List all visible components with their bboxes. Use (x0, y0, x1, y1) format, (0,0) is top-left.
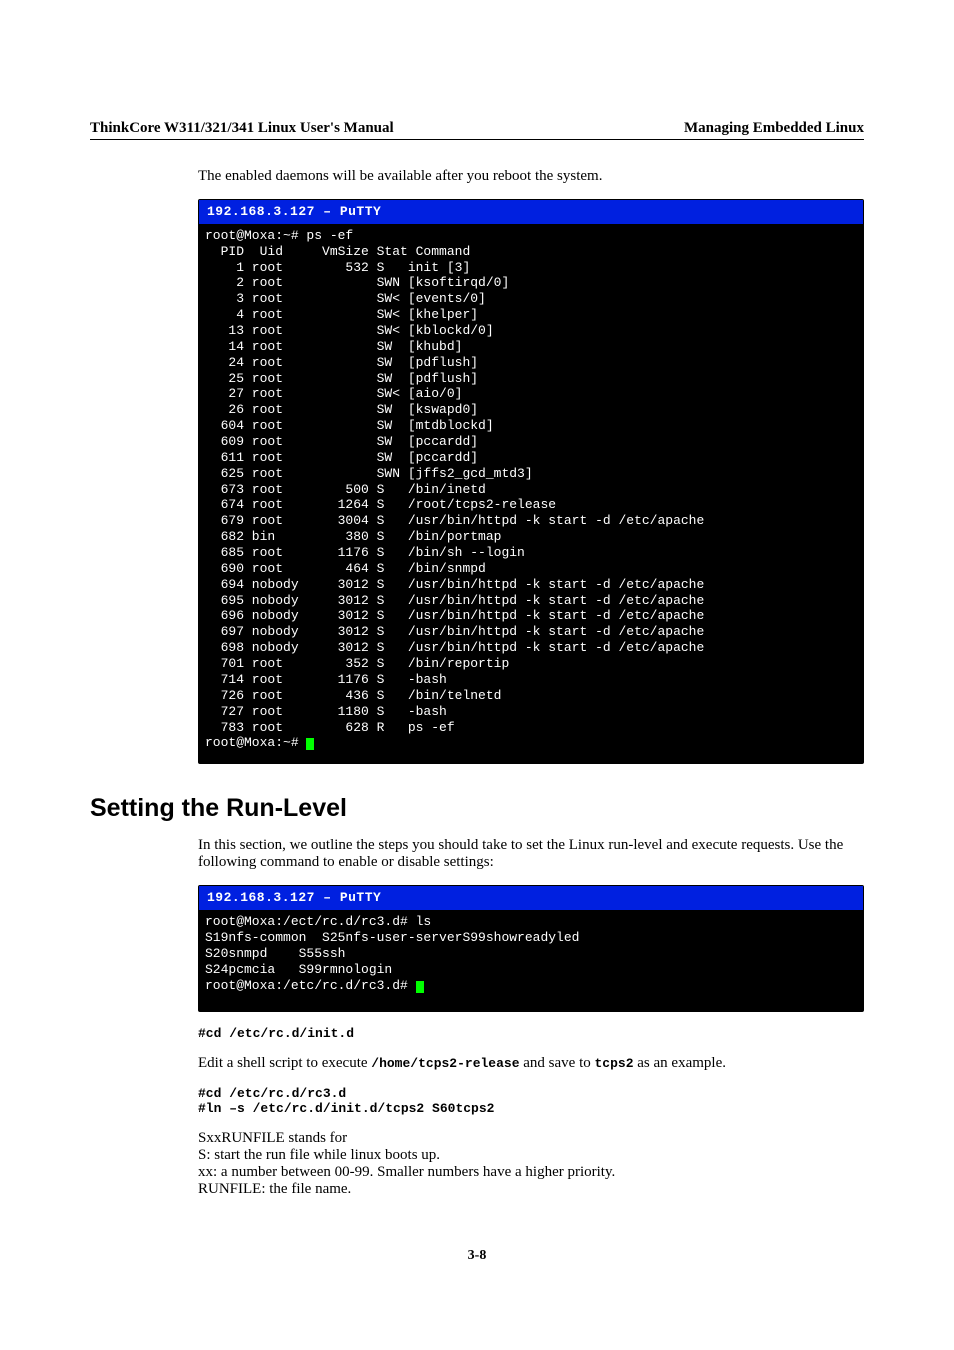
terminal-window-1: 192.168.3.127 – PuTTY root@Moxa:~# ps -e… (198, 199, 864, 764)
terminal-window-2: 192.168.3.127 – PuTTY root@Moxa:/ect/rc.… (198, 885, 864, 1012)
terminal-title-2: 192.168.3.127 – PuTTY (199, 886, 863, 910)
terminal-title-1: 192.168.3.127 – PuTTY (199, 200, 863, 224)
cmd-cd-initd: #cd /etc/rc.d/init.d (198, 1026, 864, 1041)
cmd-cd-rc3d: #cd /etc/rc.d/rc3.d (198, 1086, 864, 1101)
header-right: Managing Embedded Linux (684, 120, 864, 137)
edit-post: as an example. (634, 1055, 726, 1071)
runfile-explain-3: xx: a number between 00-99. Smaller numb… (198, 1164, 864, 1181)
runfile-explain-2: S: start the run file while linux boots … (198, 1147, 864, 1164)
edit-shell-line: Edit a shell script to execute /home/tcp… (198, 1055, 864, 1072)
edit-code1: /home/tcps2-release (371, 1056, 519, 1071)
section-intro: In this section, we outline the steps yo… (198, 837, 864, 871)
terminal-body-2: root@Moxa:/ect/rc.d/rc3.d# ls S19nfs-com… (199, 910, 863, 1011)
runfile-explain-4: RUNFILE: the file name. (198, 1181, 864, 1198)
intro-paragraph-1: The enabled daemons will be available af… (198, 168, 864, 185)
header-left: ThinkCore W311/321/341 Linux User's Manu… (90, 120, 394, 137)
page-number: 3-8 (90, 1248, 864, 1264)
edit-mid: and save to (520, 1055, 595, 1071)
edit-pre: Edit a shell script to execute (198, 1055, 371, 1071)
edit-code2: tcps2 (595, 1056, 634, 1071)
page-header: ThinkCore W311/321/341 Linux User's Manu… (90, 120, 864, 140)
runfile-explain-1: SxxRUNFILE stands for (198, 1130, 864, 1147)
section-heading-run-level: Setting the Run-Level (90, 794, 864, 823)
cmd-ln-s: #ln –s /etc/rc.d/init.d/tcps2 S60tcps2 (198, 1101, 864, 1116)
terminal-body-1: root@Moxa:~# ps -ef PID Uid VmSize Stat … (199, 224, 863, 763)
